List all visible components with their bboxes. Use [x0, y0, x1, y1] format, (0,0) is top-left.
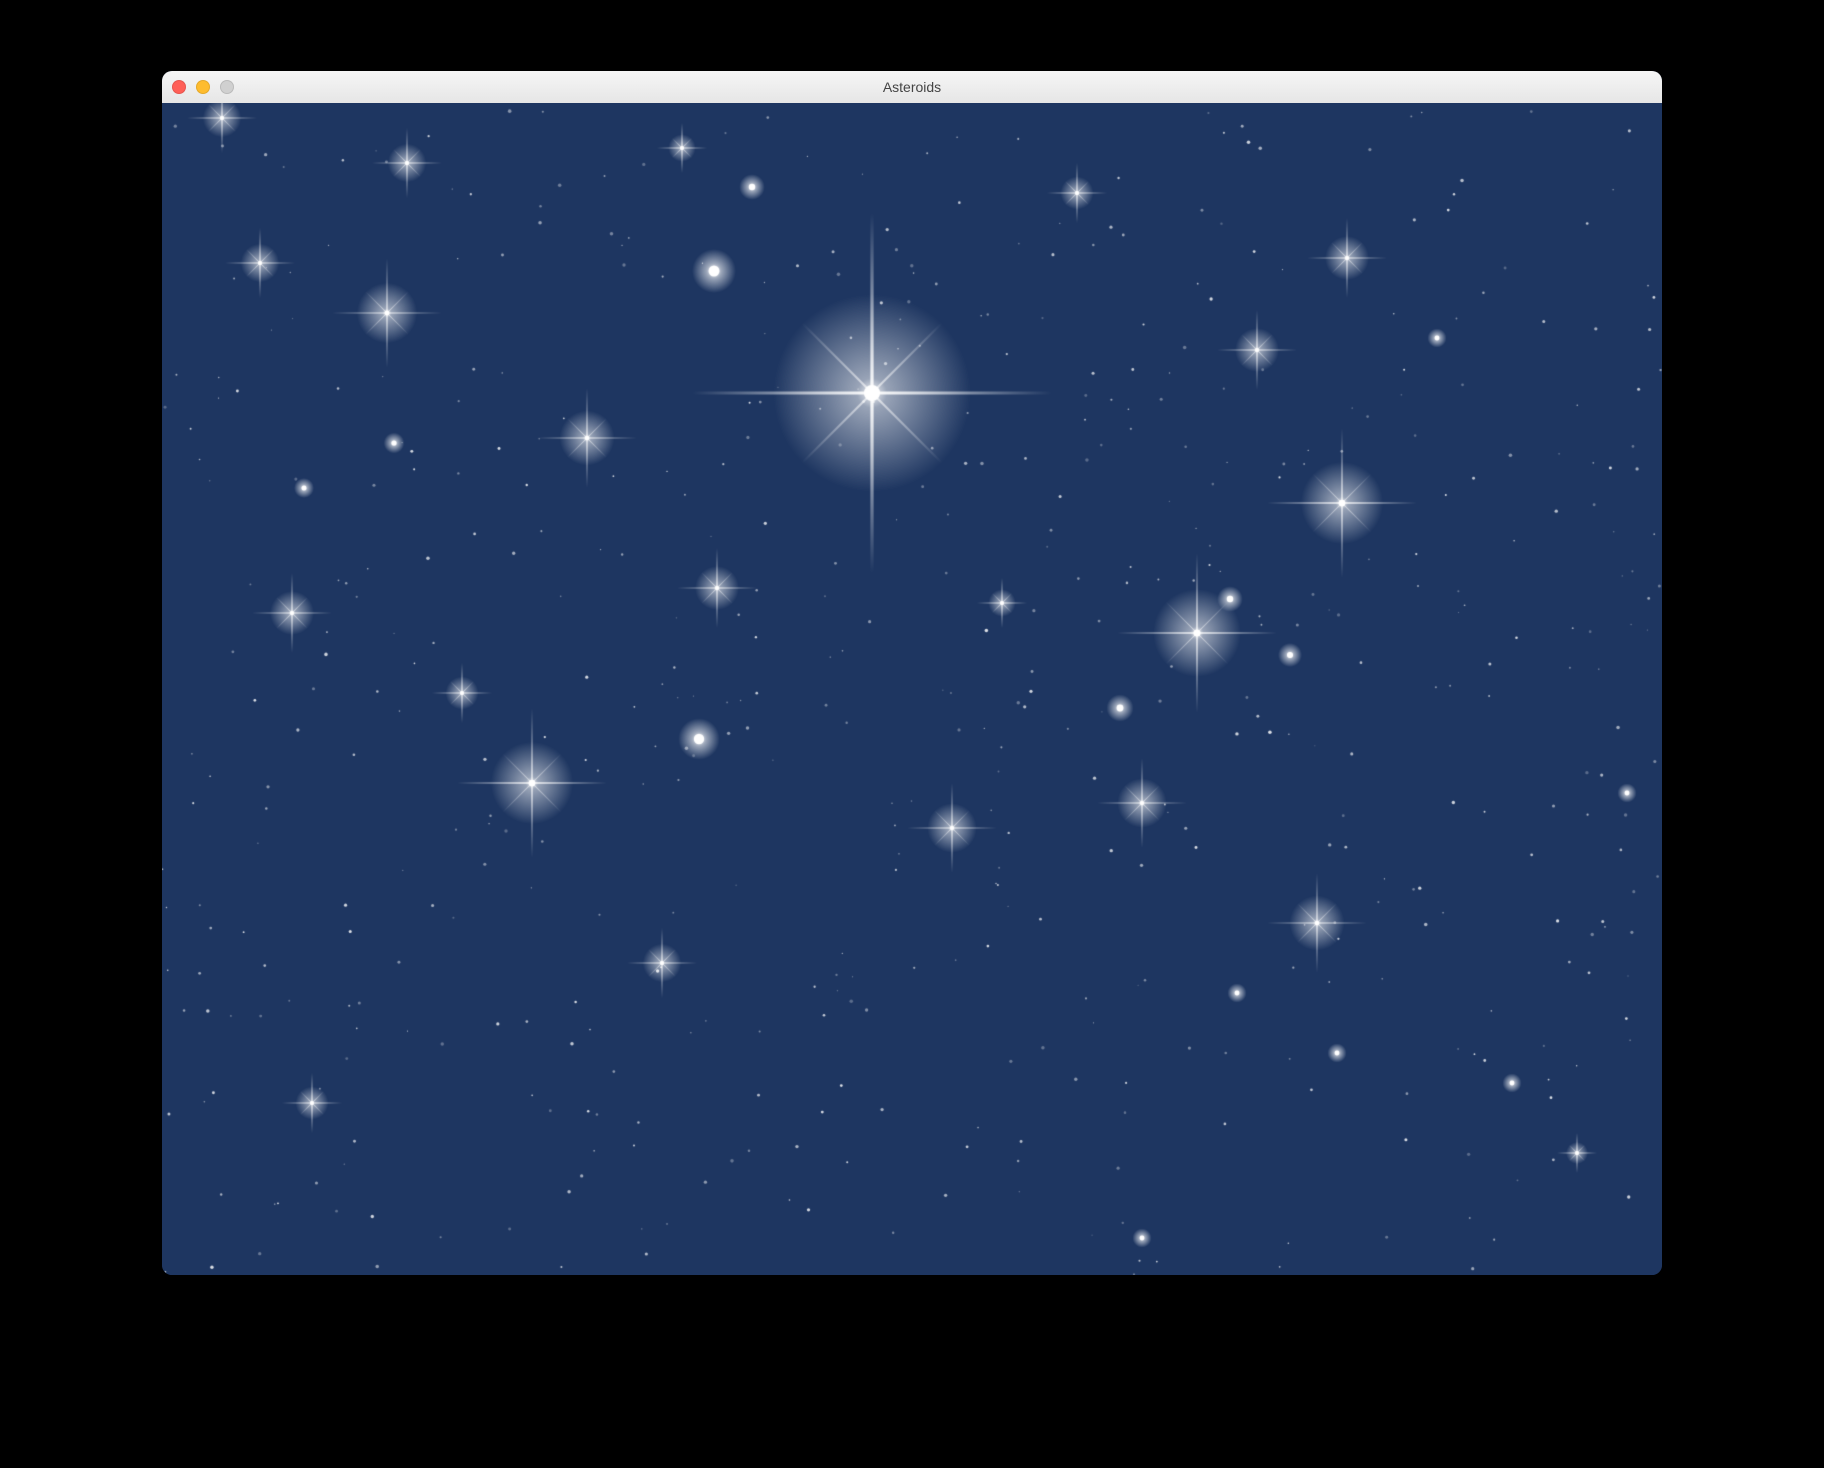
titlebar[interactable]: Asteroids — [162, 71, 1662, 104]
minimize-icon[interactable] — [196, 80, 210, 94]
window-title: Asteroids — [883, 79, 941, 95]
maximize-icon[interactable] — [220, 80, 234, 94]
game-canvas[interactable] — [162, 103, 1662, 1275]
close-icon[interactable] — [172, 80, 186, 94]
traffic-lights — [172, 80, 234, 94]
app-window: Asteroids — [162, 71, 1662, 1275]
